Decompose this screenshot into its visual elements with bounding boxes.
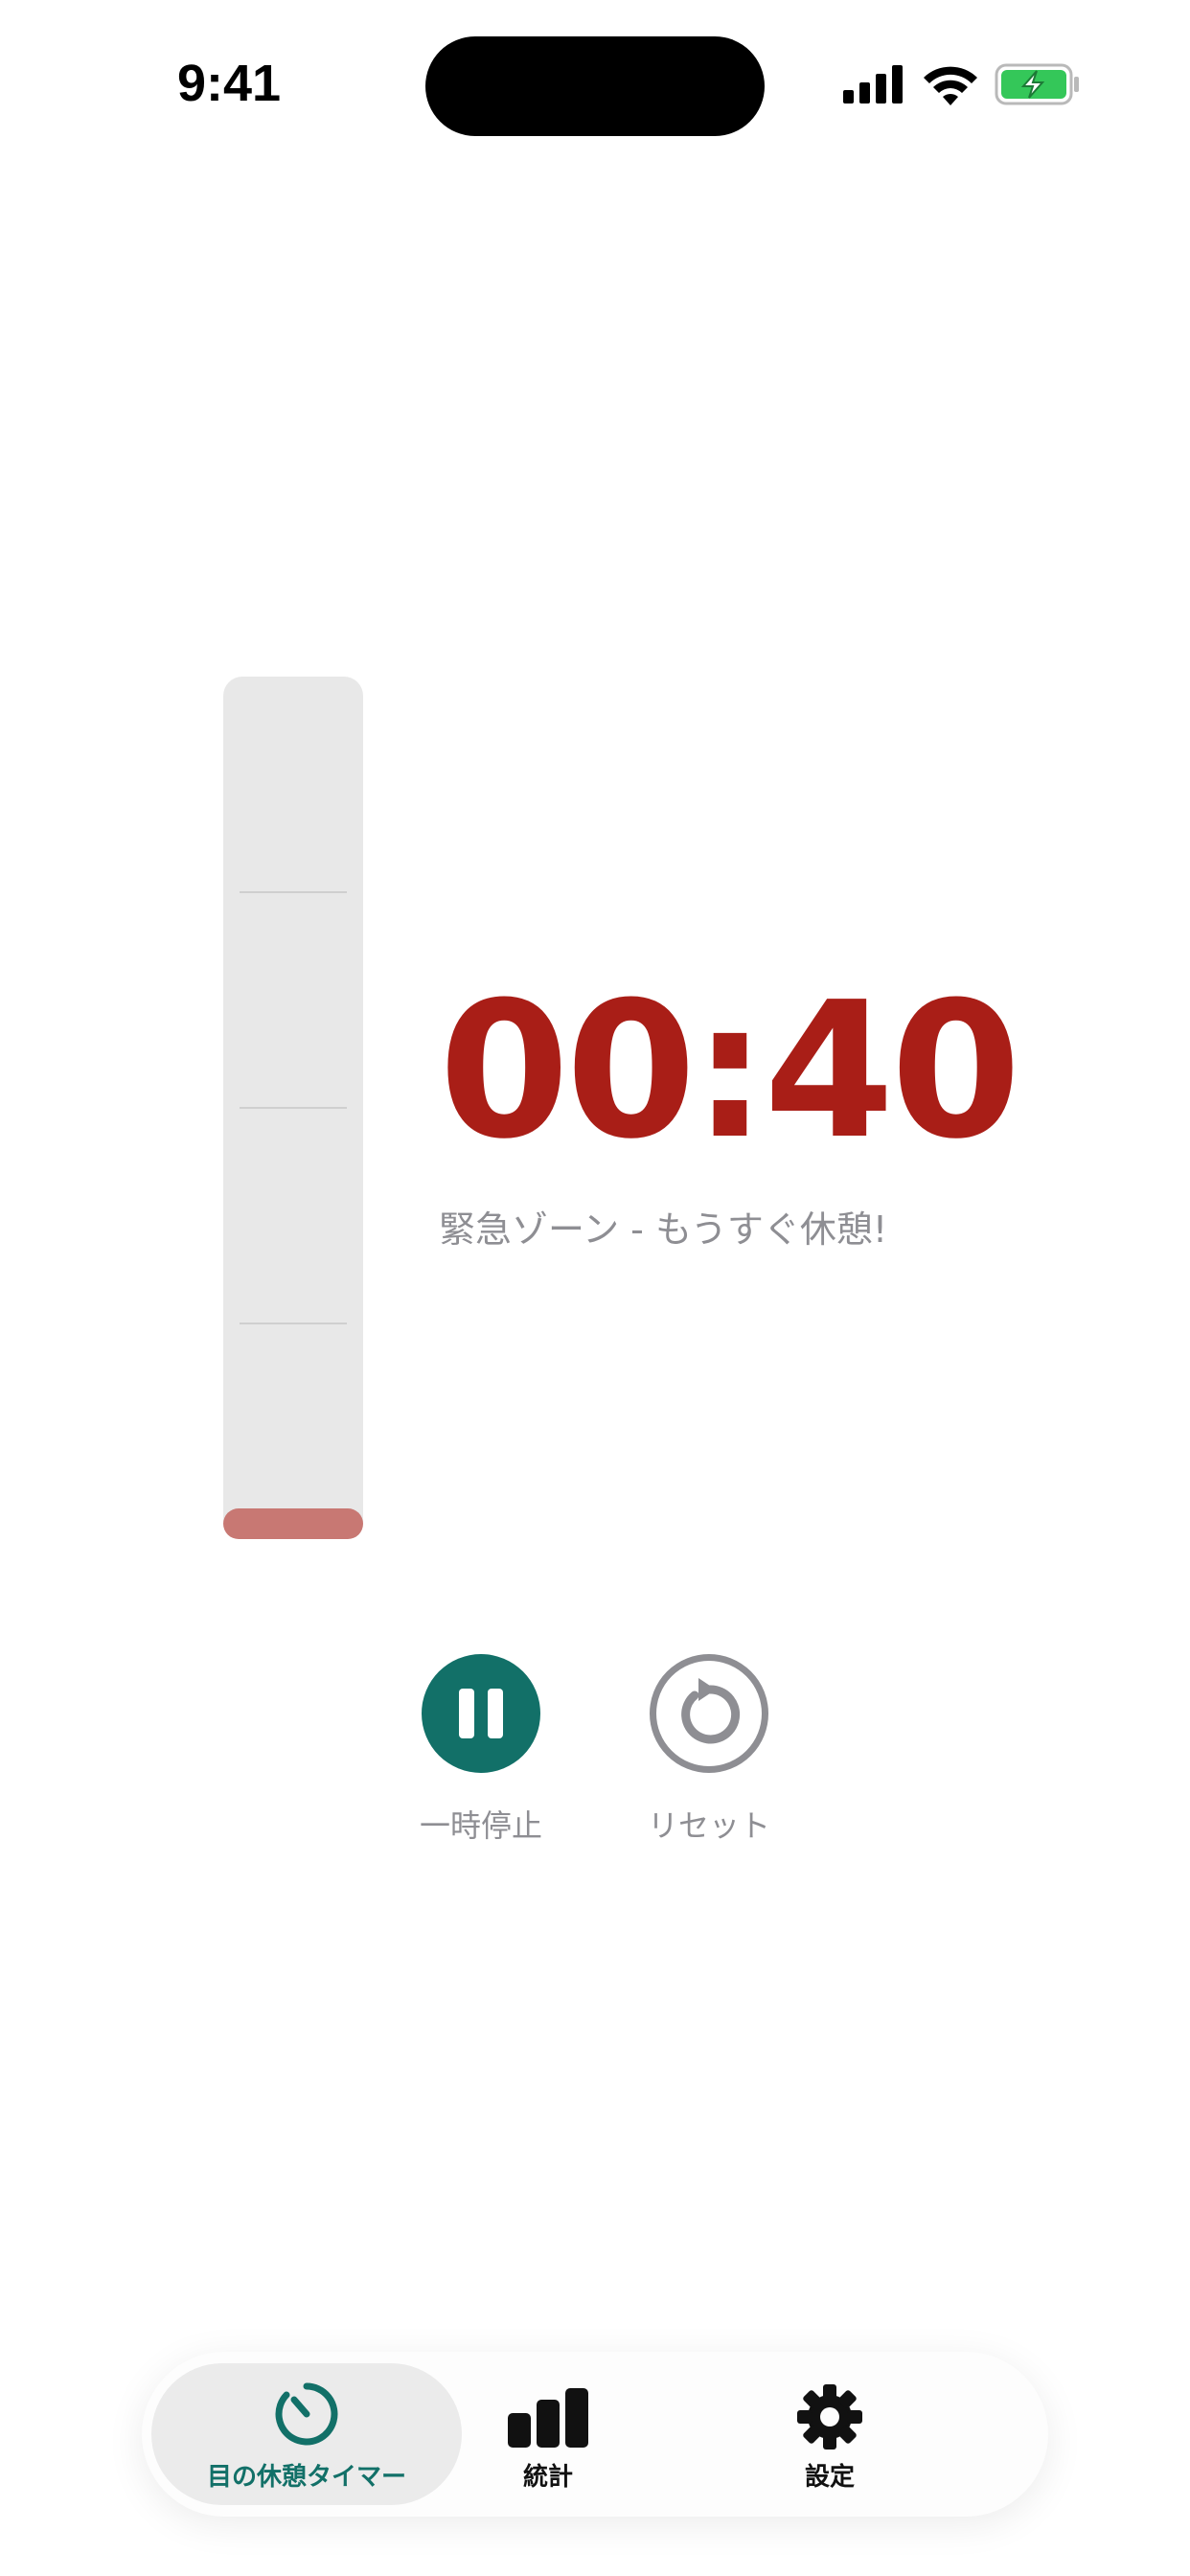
gauge-tick	[240, 1322, 347, 1324]
wifi-icon	[924, 66, 977, 105]
zone-message: 緊急ゾーン - もうすぐ休憩!	[439, 1208, 888, 1251]
pause-icon	[459, 1689, 474, 1738]
reset-label: リセット	[647, 1807, 770, 1844]
tab-label: 設定	[804, 2463, 855, 2492]
timer-icon	[275, 2382, 338, 2446]
pause-button[interactable]	[422, 1654, 540, 1773]
tab-statistics[interactable]: 統計	[471, 2352, 740, 2517]
pause-icon	[488, 1689, 503, 1738]
bar-chart-icon	[508, 2388, 588, 2448]
gear-icon	[797, 2384, 862, 2450]
status-time: 9:41	[177, 55, 282, 112]
tab-bar: 目の休憩タイマー 統計 設定	[142, 2352, 1048, 2517]
reset-icon	[681, 1678, 741, 1744]
battery-charging-icon	[995, 63, 1079, 105]
tab-label: 目の休憩タイマー	[206, 2463, 406, 2492]
tab-timer[interactable]: 目の休憩タイマー	[142, 2352, 471, 2517]
timer-display: 00:40	[439, 962, 1021, 1181]
tab-settings[interactable]: 設定	[740, 2352, 1048, 2517]
pause-label: 一時停止	[419, 1807, 542, 1844]
reset-button[interactable]	[650, 1654, 768, 1773]
dynamic-island	[425, 36, 765, 136]
tab-label: 統計	[522, 2463, 573, 2492]
gauge-tick	[240, 891, 347, 893]
cellular-signal-icon	[843, 65, 903, 104]
progress-gauge	[223, 677, 363, 1539]
gauge-tick	[240, 1107, 347, 1109]
gauge-fill	[223, 1508, 363, 1539]
